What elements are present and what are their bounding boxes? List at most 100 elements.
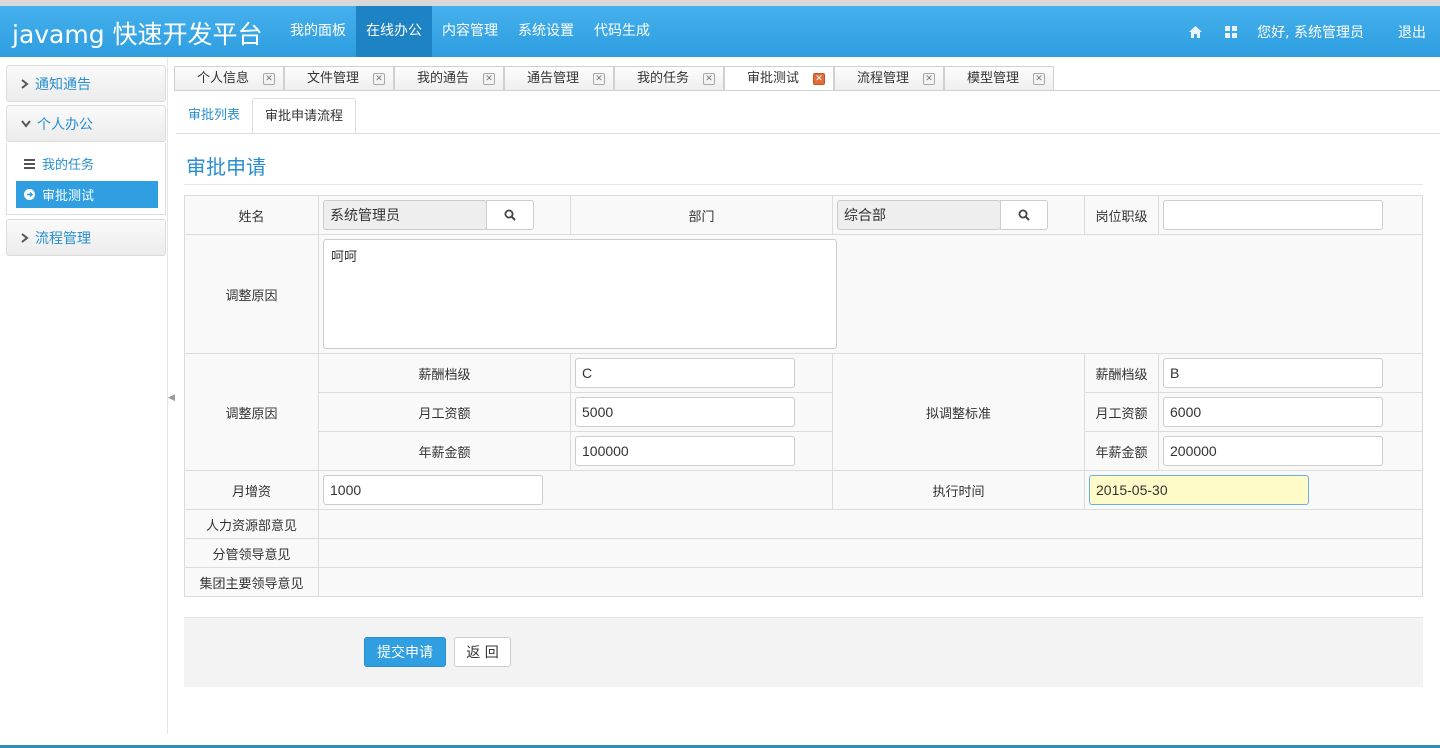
nav-item-dashboard[interactable]: 我的面板 <box>280 6 356 57</box>
close-icon[interactable]: ✕ <box>263 73 275 85</box>
user-greeting[interactable]: 您好, 系统管理员 <box>1249 22 1382 42</box>
search-icon <box>504 209 516 221</box>
nav-right: 您好, 系统管理员 退出 <box>1177 6 1440 57</box>
sidebar: 通知通告 个人办公 我的任务 审批测试 流程管理 <box>0 57 168 734</box>
close-icon[interactable]: ✕ <box>703 73 715 85</box>
reason-textarea[interactable]: 呵呵 <box>323 239 837 349</box>
current-monthly-input[interactable]: 5000 <box>575 397 795 427</box>
subtab-divider <box>176 133 1440 134</box>
new-annual-label: 年薪金额 <box>1095 445 1148 461</box>
close-icon[interactable]: ✕ <box>593 73 605 85</box>
sidebar-section-personal[interactable]: 个人办公 <box>6 105 166 142</box>
circle-arrow-icon <box>24 189 35 200</box>
reason-label-2: 调整原因 <box>225 406 278 422</box>
name-label: 姓名 <box>238 209 265 225</box>
reason-label: 调整原因 <box>225 288 278 304</box>
name-field[interactable]: 系统管理员 <box>323 200 487 230</box>
close-icon[interactable]: ✕ <box>483 73 495 85</box>
tab-approval-test[interactable]: 审批测试 ✕ <box>724 66 834 91</box>
subtab-approval-apply[interactable]: 审批申请流程 <box>252 98 357 134</box>
dept-field[interactable]: 综合部 <box>837 200 1001 230</box>
tab-divider <box>174 90 1440 91</box>
raise-input[interactable]: 1000 <box>323 475 543 505</box>
sidebar-section-body: 我的任务 审批测试 <box>6 143 166 215</box>
nav-item-office[interactable]: 在线办公 <box>356 6 432 57</box>
tab-label: 模型管理 <box>967 71 1020 86</box>
nav-item-content[interactable]: 内容管理 <box>432 6 508 57</box>
sub-tabs: 审批列表 审批申请流程 <box>176 98 357 134</box>
sidebar-section-notice[interactable]: 通知通告 <box>6 65 166 102</box>
hr-opinion-label: 人力资源部意见 <box>205 518 297 534</box>
position-label: 岗位职级 <box>1095 209 1148 225</box>
logout-link[interactable]: 退出 <box>1382 22 1440 42</box>
sidebar-collapse-handle[interactable]: ◀ <box>168 393 175 403</box>
leader-opinion-cell <box>318 538 1423 568</box>
close-icon[interactable]: ✕ <box>373 73 385 85</box>
nav-item-codegen[interactable]: 代码生成 <box>584 6 660 57</box>
close-icon[interactable]: ✕ <box>813 73 825 85</box>
subtab-approval-list[interactable]: 审批列表 <box>176 98 252 134</box>
current-level-input[interactable]: C <box>575 358 795 388</box>
sidebar-item-label: 审批测试 <box>42 189 95 204</box>
new-level-label: 薪酬档级 <box>1095 367 1148 383</box>
hr-opinion-cell <box>318 509 1423 539</box>
tab-label: 我的通告 <box>417 71 470 86</box>
current-level-label: 薪酬档级 <box>418 367 471 383</box>
exec-time-input[interactable]: 2015-05-30 <box>1089 475 1309 505</box>
chevron-right-icon <box>21 232 29 243</box>
new-level-input[interactable]: B <box>1163 358 1383 388</box>
home-icon[interactable] <box>1177 6 1213 57</box>
new-annual-input[interactable]: 200000 <box>1163 436 1383 466</box>
close-icon[interactable]: ✕ <box>923 73 935 85</box>
nav-item-settings[interactable]: 系统设置 <box>508 6 584 57</box>
page-tabbar: 个人信息 ✕ 文件管理 ✕ 我的通告 ✕ 通告管理 ✕ 我的任务 ✕ 审批测试 ✕ 流程管理… <box>174 66 1054 91</box>
group-opinion-label: 集团主要领导意见 <box>199 576 304 592</box>
brand-title: javamg 快速开发平台 <box>12 20 263 49</box>
current-annual-label: 年薪金额 <box>418 445 471 461</box>
search-icon <box>1018 209 1030 221</box>
chevron-right-icon <box>21 78 29 89</box>
proposed-standard-label: 拟调整标准 <box>925 406 991 422</box>
dept-search-button[interactable] <box>1000 200 1048 230</box>
sidebar-item-my-tasks[interactable]: 我的任务 <box>16 150 158 177</box>
back-button[interactable]: 返 回 <box>454 637 511 667</box>
tab-personal-info[interactable]: 个人信息 ✕ <box>174 66 284 91</box>
close-icon[interactable]: ✕ <box>1033 73 1045 85</box>
raise-label: 月增资 <box>231 484 271 500</box>
grid-icon[interactable] <box>1213 6 1249 57</box>
exec-time-label: 执行时间 <box>932 484 985 500</box>
tab-my-notices[interactable]: 我的通告 ✕ <box>394 66 504 91</box>
new-monthly-input[interactable]: 6000 <box>1163 397 1383 427</box>
tab-label: 流程管理 <box>857 71 910 86</box>
tab-workflow-management[interactable]: 流程管理 ✕ <box>834 66 944 91</box>
title-divider <box>184 184 1423 185</box>
list-icon <box>24 158 35 169</box>
submit-button[interactable]: 提交申请 <box>364 637 446 667</box>
name-search-button[interactable] <box>486 200 534 230</box>
sidebar-item-label: 我的任务 <box>42 158 95 173</box>
main-menu: 我的面板 在线办公 内容管理 系统设置 代码生成 <box>280 6 660 57</box>
new-monthly-label: 月工资额 <box>1095 406 1148 422</box>
position-input[interactable] <box>1163 200 1383 230</box>
current-monthly-label: 月工资额 <box>418 406 471 422</box>
dept-label: 部门 <box>688 209 715 225</box>
tab-model-management[interactable]: 模型管理 ✕ <box>944 66 1054 91</box>
tab-my-tasks[interactable]: 我的任务 ✕ <box>614 66 724 91</box>
top-navbar: javamg 快速开发平台 我的面板 在线办公 内容管理 系统设置 代码生成 您… <box>0 6 1440 57</box>
form-title: 审批申请 <box>186 155 266 179</box>
sidebar-section-label: 流程管理 <box>35 230 91 247</box>
sidebar-section-label: 个人办公 <box>37 116 93 133</box>
tab-file-management[interactable]: 文件管理 ✕ <box>284 66 394 91</box>
tab-label: 我的任务 <box>637 71 690 86</box>
sidebar-section-label: 通知通告 <box>35 76 91 93</box>
tab-notice-management[interactable]: 通告管理 ✕ <box>504 66 614 91</box>
tab-label: 通告管理 <box>527 71 580 86</box>
tab-label: 个人信息 <box>197 71 250 86</box>
sidebar-section-workflow[interactable]: 流程管理 <box>6 219 166 256</box>
current-annual-input[interactable]: 100000 <box>575 436 795 466</box>
group-opinion-cell <box>318 567 1423 597</box>
chevron-down-icon <box>21 119 31 128</box>
sidebar-item-approval-test[interactable]: 审批测试 <box>16 181 158 208</box>
leader-opinion-label: 分管领导意见 <box>212 547 291 563</box>
tab-label: 文件管理 <box>307 71 360 86</box>
